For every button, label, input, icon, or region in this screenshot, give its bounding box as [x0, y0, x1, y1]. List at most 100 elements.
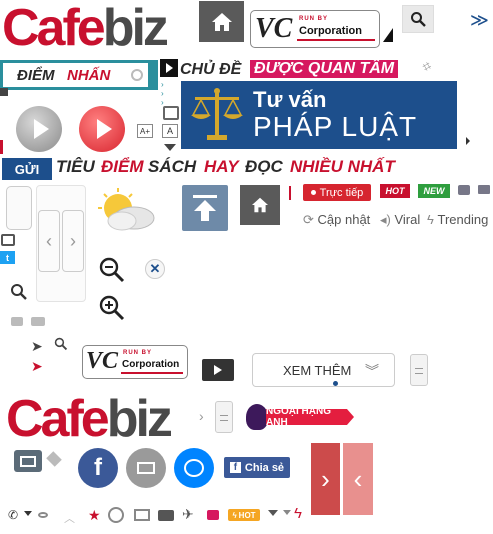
scroll-control[interactable] — [410, 354, 428, 386]
comment-icon[interactable] — [207, 510, 219, 520]
scroll-control-2[interactable] — [215, 401, 233, 433]
sach-label: SÁCH — [148, 157, 197, 176]
email-share-button[interactable] — [126, 448, 166, 488]
corporation-label-2: Corporation — [122, 359, 180, 370]
facebook-f-icon: f — [229, 462, 241, 473]
font-normal-button[interactable]: A — [162, 124, 178, 138]
logo-biz-2: biz — [106, 390, 173, 448]
tag-icon: ⌗ — [419, 57, 435, 75]
hot-small-label: HOT — [238, 510, 256, 520]
tab-viral[interactable]: ◂) Viral — [380, 212, 420, 228]
xem-them-button[interactable]: XEM THÊM ︾ — [252, 353, 395, 387]
chevron-up-icon[interactable]: ︿ — [64, 510, 75, 526]
video-icon-gray — [31, 317, 45, 326]
send-icon-red[interactable]: ➤ — [31, 358, 43, 375]
mini-arrows-icon[interactable]: › › › — [161, 80, 164, 107]
cafebiz-logo-top[interactable]: Cafebiz — [2, 0, 169, 57]
newspaper-icon[interactable] — [134, 509, 150, 521]
vcc-underline-2 — [121, 372, 183, 374]
chevron-right-icon[interactable]: › — [199, 408, 204, 424]
envelope-icon — [20, 455, 36, 467]
send-icon[interactable]: ➤ — [31, 338, 43, 355]
ring-icon — [131, 69, 143, 81]
carousel-next-button[interactable]: › — [311, 443, 340, 515]
back-to-top-button[interactable] — [182, 185, 228, 231]
phap-luat-label: PHÁP LUẬT — [253, 111, 418, 142]
book-icon — [163, 106, 179, 120]
chia-se-button[interactable]: f Chia sẻ — [224, 457, 290, 478]
weather-sun-cloud-icon — [98, 188, 155, 231]
carousel-prev-button[interactable]: ‹ — [343, 443, 373, 515]
play-small-button[interactable] — [160, 59, 178, 77]
double-chevron-right-icon[interactable]: ≫ — [470, 10, 489, 31]
tab-trending[interactable]: ϟ Trending — [427, 212, 488, 227]
tab-cap-nhat[interactable]: ⟳ Cập nhật — [303, 212, 370, 228]
cafebiz-logo-bottom[interactable]: Cafebiz — [6, 390, 173, 448]
search-icon-3[interactable] — [54, 337, 68, 356]
premier-league-badge[interactable]: NGOẠI HẠNG ANH — [246, 404, 356, 430]
live-badge[interactable]: Trực tiếp — [303, 184, 371, 201]
search-button-top[interactable] — [402, 5, 434, 33]
play-button-red[interactable] — [79, 106, 125, 152]
mail-button-small[interactable] — [14, 450, 42, 472]
diem-label: ĐIỂM — [17, 67, 55, 84]
banner-corner-dark — [0, 88, 8, 96]
logo-cafe: Cafe — [2, 0, 106, 57]
vc-mark-2: VC — [86, 348, 119, 374]
premier-league-lion-icon — [246, 404, 268, 430]
user-icon[interactable] — [108, 507, 124, 523]
run-by-label: RUN BY — [299, 16, 329, 22]
banner-arrow-icon — [466, 137, 470, 145]
corner-triangle-icon — [383, 28, 393, 42]
diem-label-2: ĐIỂM — [101, 157, 144, 176]
logo-cafe-2: Cafe — [6, 390, 110, 448]
close-button[interactable]: ✕ — [145, 259, 165, 279]
vcc-underline — [297, 39, 375, 41]
vc-mark: VC — [255, 13, 293, 44]
caret-down-red-icon — [283, 510, 291, 515]
plane-icon[interactable]: ✈ — [182, 506, 194, 523]
hot-badge: HOT — [380, 184, 410, 198]
lightning-red-icon: ϟ — [294, 505, 302, 522]
doc-label: ĐỌC — [245, 157, 283, 176]
home-button-2[interactable] — [240, 185, 280, 225]
caret-down-icon — [164, 144, 176, 151]
slider-next-button[interactable]: › — [62, 210, 84, 272]
lightning-icon-2: ϟ — [232, 510, 237, 520]
slider-handle[interactable] — [6, 186, 32, 230]
chu-de-label: CHỦ ĐỀ — [180, 61, 242, 78]
phone-icon[interactable]: ✆ — [8, 508, 18, 522]
zoom-out-icon — [99, 257, 125, 283]
video-play-button[interactable] — [202, 359, 234, 381]
logo-biz: biz — [102, 0, 169, 57]
font-bigger-button[interactable]: A+ — [137, 124, 153, 138]
envelope-icon-2 — [137, 462, 155, 474]
tu-van-phap-luat-banner[interactable]: Tư vấn PHÁP LUẬT — [181, 81, 457, 149]
vccorp-logo-mid[interactable]: VC RUN BY Corporation — [82, 345, 188, 379]
eye-icon — [38, 512, 48, 518]
arrow-up-icon — [193, 195, 217, 221]
search-icon — [411, 12, 426, 27]
tieu-label: TIÊU — [56, 157, 95, 176]
search-icon-small[interactable] — [10, 283, 28, 306]
home-button[interactable] — [199, 1, 244, 42]
zoom-in-button[interactable] — [98, 294, 126, 327]
messenger-share-button[interactable] — [174, 448, 214, 488]
star-icon[interactable]: ★ — [88, 507, 101, 524]
divider-red — [289, 186, 291, 200]
corporation-label: Corporation — [299, 25, 362, 37]
live-dot-icon — [310, 190, 316, 195]
lightning-icon: ϟ — [427, 212, 434, 227]
slider-prev-button[interactable]: ‹ — [38, 210, 60, 272]
twitter-icon[interactable]: t — [0, 251, 15, 264]
facebook-share-button[interactable]: f — [78, 448, 118, 488]
gui-button[interactable]: GỬI — [2, 158, 52, 180]
diem-nhan-banner[interactable]: ĐIỂM NHẤN — [0, 60, 158, 90]
print-icon[interactable] — [1, 234, 15, 246]
indicator-dot — [333, 381, 338, 386]
briefcase-icon[interactable] — [158, 510, 174, 521]
vccorp-logo-top[interactable]: VC RUN BY Corporation — [250, 10, 380, 48]
camera-icon — [458, 185, 470, 195]
zoom-out-button[interactable] — [98, 256, 126, 289]
play-button-gray[interactable] — [16, 106, 62, 152]
